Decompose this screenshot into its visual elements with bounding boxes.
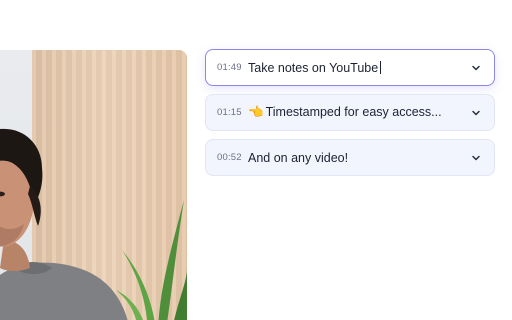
note-item-1[interactable]: 01:15 👈 Timestamped for easy access...: [205, 94, 495, 131]
person-image: [0, 128, 128, 320]
note-item-0[interactable]: 01:49 Take notes on YouTube: [205, 49, 495, 86]
note-text-input[interactable]: Take notes on YouTube: [248, 60, 470, 75]
note-text: 👈 Timestamped for easy access...: [248, 105, 442, 119]
note-timestamp[interactable]: 00:52: [217, 152, 248, 163]
chevron-down-icon[interactable]: [470, 62, 482, 74]
note-item-2[interactable]: 00:52 And on any video!: [205, 139, 495, 176]
video-thumbnail[interactable]: [0, 50, 187, 320]
text-caret: [380, 60, 382, 74]
notes-panel: 01:49 Take notes on YouTube 01:15 👈 Times…: [205, 49, 495, 184]
chevron-down-icon[interactable]: [470, 107, 482, 119]
pointing-hand-icon: 👈: [248, 105, 264, 119]
note-timestamp[interactable]: 01:15: [217, 107, 248, 118]
note-timestamp[interactable]: 01:49: [217, 62, 248, 73]
note-text: And on any video!: [248, 150, 349, 165]
chevron-down-icon[interactable]: [470, 152, 482, 164]
